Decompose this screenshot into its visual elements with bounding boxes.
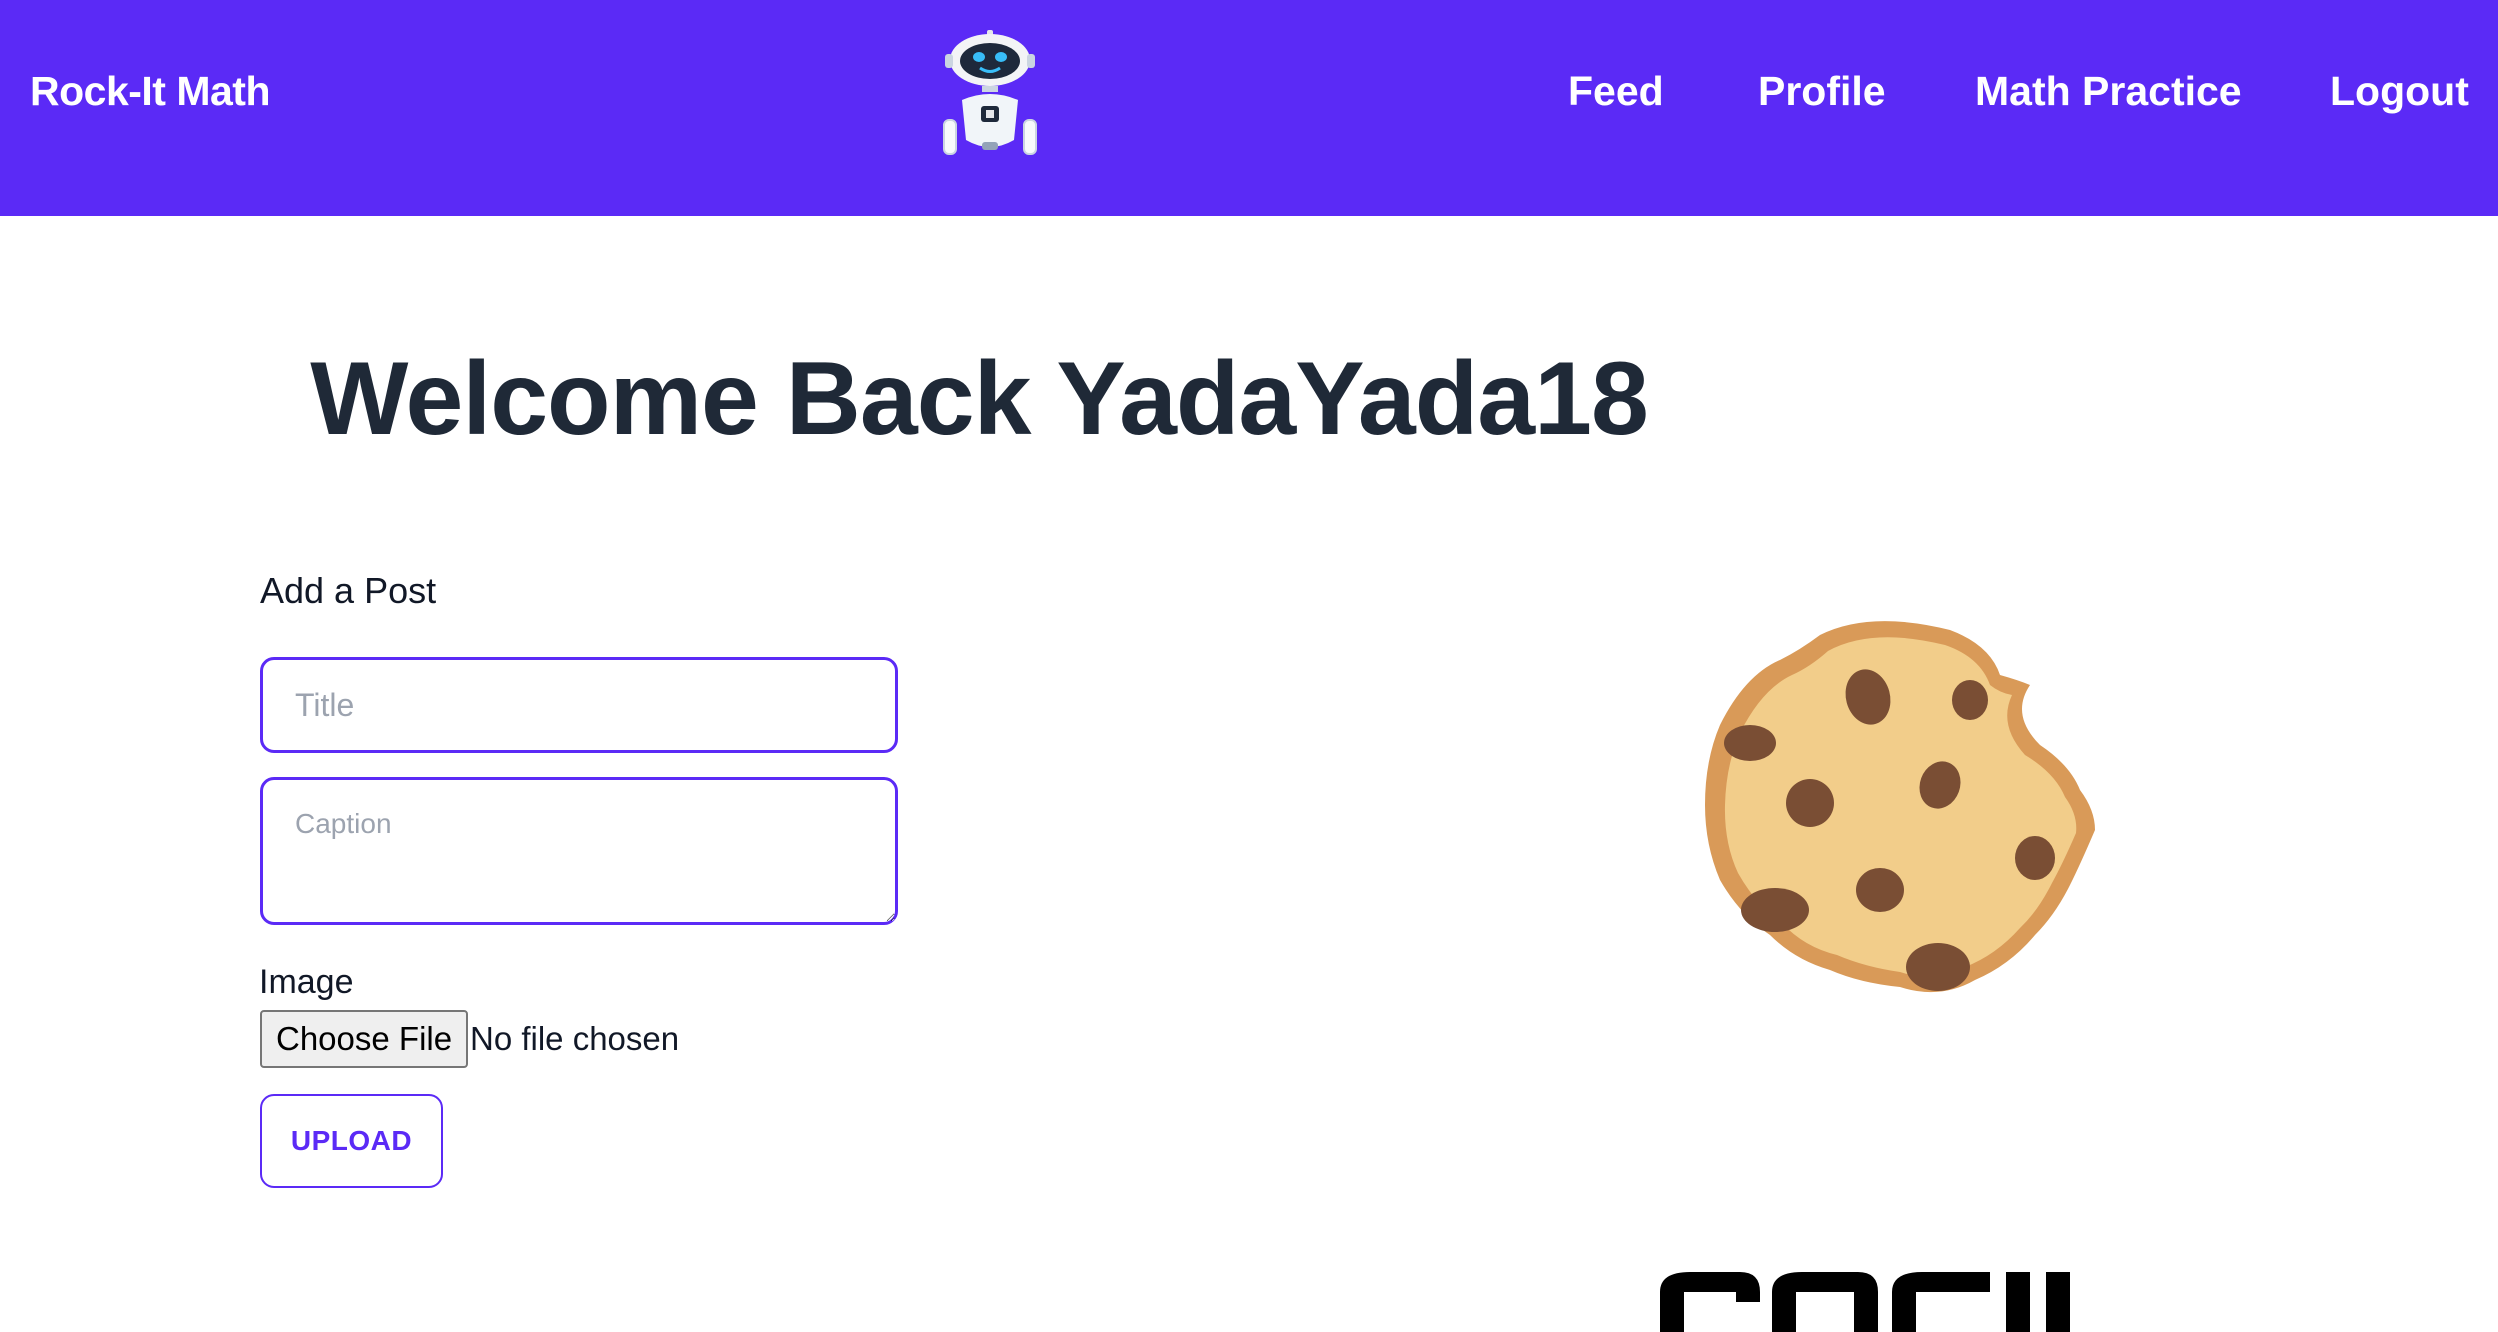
- image-label: Image: [259, 963, 354, 1001]
- file-status: No file chosen: [470, 1020, 680, 1057]
- title-input[interactable]: [260, 657, 898, 753]
- robot-icon: [943, 30, 1037, 155]
- upload-button[interactable]: UPLOAD: [260, 1094, 443, 1188]
- brand-title[interactable]: Rock-It Math: [30, 68, 271, 115]
- add-post-heading: Add a Post: [260, 570, 437, 611]
- nav-math-practice[interactable]: Math Practice: [1975, 68, 2242, 115]
- rocket-logo: [1660, 1272, 2070, 1332]
- caption-input[interactable]: [260, 777, 898, 925]
- nav-logout[interactable]: Logout: [2330, 68, 2469, 115]
- nav-feed[interactable]: Feed: [1568, 68, 1664, 115]
- choose-file-button[interactable]: Choose File: [260, 1010, 469, 1068]
- nav-profile[interactable]: Profile: [1758, 68, 1886, 115]
- cookie-icon: [1705, 621, 2095, 993]
- navbar: Rock-It Math Feed Profile Math Practice …: [0, 0, 2498, 216]
- welcome-heading: Welcome Back YadaYada18: [310, 341, 1649, 457]
